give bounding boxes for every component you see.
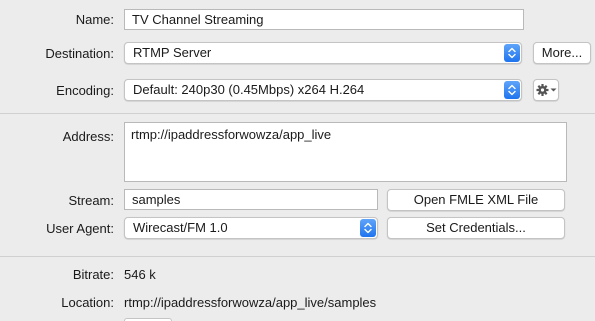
encoding-value: Default: 240p30 (0.45Mbps) x264 H.264 <box>133 82 365 97</box>
stream-field[interactable]: samples <box>124 189 378 210</box>
encoding-popup[interactable]: Default: 240p30 (0.45Mbps) x264 H.264 <box>124 79 522 101</box>
destination-value: RTMP Server <box>133 45 212 60</box>
name-field[interactable]: TV Channel Streaming <box>124 9 524 30</box>
stepper-icon <box>504 81 520 99</box>
open-fmle-xml-button[interactable]: Open FMLE XML File <box>387 189 565 211</box>
stepper-icon <box>504 44 520 62</box>
chevron-down-icon <box>550 88 557 92</box>
location-label: Location: <box>61 295 114 310</box>
section-divider <box>0 113 595 114</box>
stepper-icon <box>360 219 376 237</box>
more-button[interactable]: More... <box>533 42 591 64</box>
location-value: rtmp://ipaddressforwowza/app_live/sample… <box>124 295 377 310</box>
bitrate-value: 546 k <box>124 267 156 282</box>
address-field[interactable]: rtmp://ipaddressforwowza/app_live <box>124 122 567 182</box>
user-agent-label: User Agent: <box>46 221 114 236</box>
name-label: Name: <box>75 12 114 27</box>
destination-label: Destination: <box>45 46 114 61</box>
encoding-settings-button[interactable] <box>533 79 559 101</box>
destination-popup[interactable]: RTMP Server <box>124 42 522 64</box>
encoding-label: Encoding: <box>56 83 114 98</box>
gear-icon <box>536 84 557 96</box>
bitrate-label: Bitrate: <box>72 267 114 282</box>
address-label: Address: <box>62 129 114 144</box>
set-credentials-button[interactable]: Set Credentials... <box>387 217 565 239</box>
user-agent-value: Wirecast/FM 1.0 <box>133 220 228 235</box>
stream-label: Stream: <box>68 193 114 208</box>
section-divider <box>0 256 595 257</box>
user-agent-popup[interactable]: Wirecast/FM 1.0 <box>124 217 378 239</box>
